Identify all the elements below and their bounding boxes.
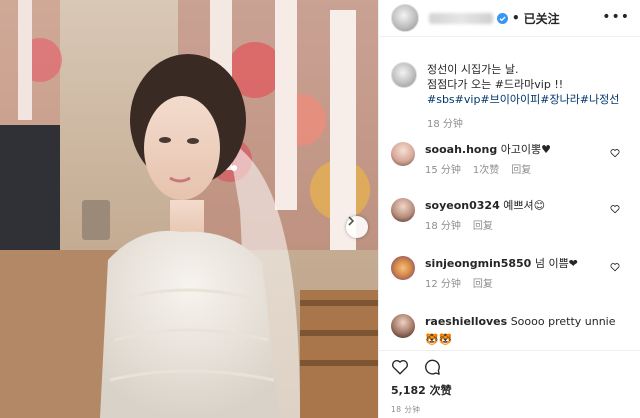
commenter-avatar[interactable] (391, 198, 415, 222)
comment-likes[interactable]: 1次赞 (473, 163, 499, 178)
caption-time: 18 分钟 (427, 119, 463, 130)
comment-item: soyeon0324 예쁘셔😊 18 分钟 回复 (391, 198, 630, 234)
next-image-button[interactable] (346, 216, 368, 238)
post-photo[interactable] (0, 0, 378, 418)
verified-badge-icon (497, 12, 508, 24)
comment-emoji: 🐯🐯 (425, 333, 453, 346)
comment-time: 12 分钟 (425, 279, 461, 290)
more-options-icon[interactable]: ••• (602, 9, 630, 25)
comment-time: 18 分钟 (425, 221, 461, 232)
commenter-avatar[interactable] (391, 256, 415, 280)
like-count[interactable]: 5,182 次赞 (391, 382, 452, 398)
comment-text: Soooo pretty unnie (510, 315, 616, 328)
comment-item: sinjeongmin5850 넘 이쁨❤ 12 分钟 回复 (391, 256, 630, 292)
author-avatar-small[interactable] (391, 62, 417, 88)
commenter-avatar[interactable] (391, 314, 415, 338)
post-actions (391, 358, 441, 376)
like-comment-heart-icon[interactable] (610, 204, 620, 214)
commenter-avatar[interactable] (391, 142, 415, 166)
reply-button[interactable]: 回复 (473, 219, 493, 234)
reply-button[interactable]: 回复 (473, 277, 493, 292)
caption-hashtags[interactable]: #sbs#vip#브이아이피#장나라#나정선 (427, 92, 619, 107)
separator-dot: • (512, 11, 520, 25)
post-header: • 已关注 ••• (379, 0, 640, 37)
comment-username[interactable]: sooah.hong (425, 143, 497, 156)
photo-illustration (0, 0, 378, 418)
caption-line-2: 점점다가 오는 #드라마vip !! (427, 78, 564, 91)
comment-text: 넘 이쁨❤ (534, 257, 578, 270)
comment-username[interactable]: sinjeongmin5850 (425, 257, 531, 270)
comment-item: sooah.hong 아고이뽕♥ 15 分钟 1次赞 回复 (391, 142, 630, 178)
follow-status[interactable]: 已关注 (524, 10, 560, 27)
chevron-right-icon (348, 216, 355, 226)
post-side-panel: • 已关注 ••• 정선이 시집가는 날. 점점다가 오는 #드라마vip !!… (378, 0, 640, 418)
comment-item: raeshielloves Soooo pretty unnie 🐯🐯 (391, 314, 630, 347)
post-timestamp: 18 分钟 (391, 405, 421, 414)
actions-divider (379, 350, 640, 351)
author-avatar[interactable] (391, 4, 419, 32)
comment-text: 예쁘셔😊 (503, 199, 546, 212)
comment-time: 15 分钟 (425, 165, 461, 176)
comment-bubble-icon[interactable] (423, 358, 441, 376)
post-caption: 정선이 시집가는 날. 점점다가 오는 #드라마vip !! #sbs#vip#… (391, 62, 630, 132)
like-heart-icon[interactable] (391, 358, 409, 376)
like-comment-heart-icon[interactable] (610, 262, 620, 272)
caption-line-1: 정선이 시집가는 날. (427, 63, 519, 76)
comment-username[interactable]: raeshielloves (425, 315, 507, 328)
reply-button[interactable]: 回复 (511, 163, 531, 178)
comment-text: 아고이뽕♥ (500, 143, 552, 156)
author-name-blurred[interactable] (429, 12, 493, 24)
like-comment-heart-icon[interactable] (610, 148, 620, 158)
comment-username[interactable]: soyeon0324 (425, 199, 500, 212)
